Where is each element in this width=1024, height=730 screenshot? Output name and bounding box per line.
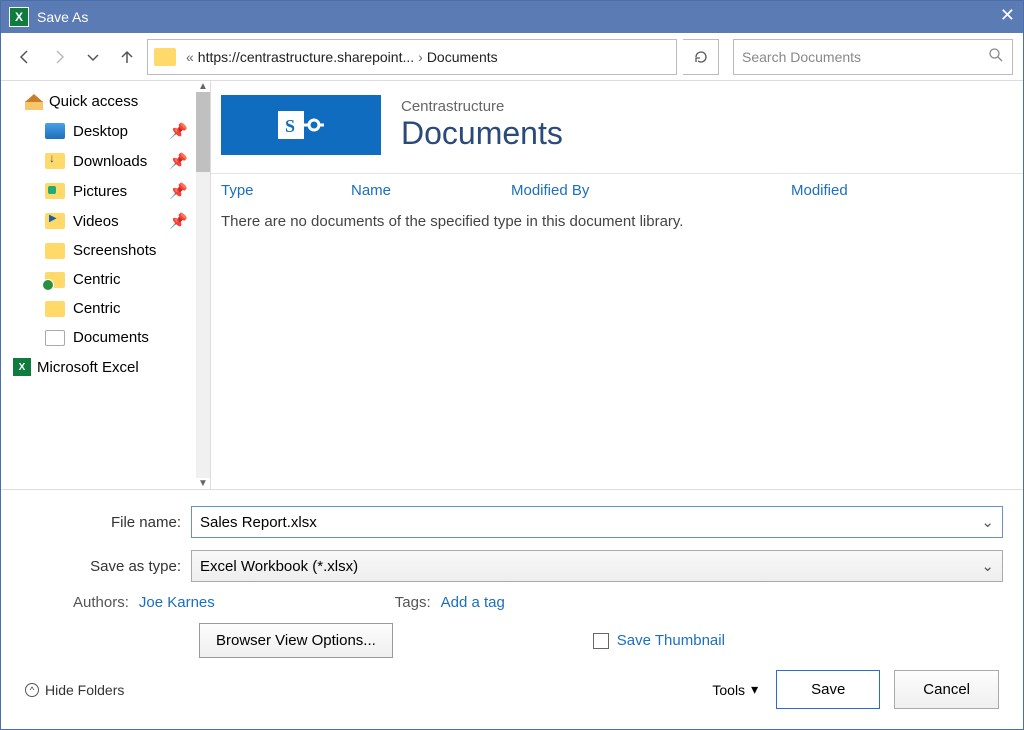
caret-down-icon: ▾ (751, 681, 758, 698)
excel-app-icon: X (9, 7, 29, 27)
search-placeholder: Search Documents (742, 49, 861, 65)
column-header-modified[interactable]: Modified (791, 182, 1013, 199)
column-headers: Type Name Modified By Modified (211, 174, 1023, 207)
svg-text:S: S (285, 116, 295, 136)
document-icon (45, 330, 65, 346)
hide-folders-label: Hide Folders (45, 682, 124, 698)
search-icon (988, 47, 1004, 66)
sharepoint-header: S Centrastructure Documents (211, 81, 1023, 174)
pin-icon: 📌 (169, 152, 188, 170)
nav-toolbar: « https://centrastructure.sharepoint... … (1, 33, 1023, 81)
pictures-icon (45, 183, 65, 199)
window-title: Save As (37, 9, 88, 25)
title-bar: X Save As ✕ (1, 1, 1023, 33)
pin-icon: 📌 (169, 212, 188, 230)
column-header-modified-by[interactable]: Modified By (511, 182, 791, 199)
sidebar-label: Quick access (49, 93, 138, 110)
folder-icon (45, 301, 65, 317)
cancel-button[interactable]: Cancel (894, 670, 999, 709)
checkbox-icon (593, 633, 609, 649)
sidebar-item-desktop[interactable]: Desktop📌 (1, 116, 210, 146)
sidebar-item-screenshots[interactable]: Screenshots (1, 236, 210, 265)
address-bar[interactable]: « https://centrastructure.sharepoint... … (147, 39, 677, 75)
chevron-down-icon[interactable]: ⌄ (981, 513, 994, 531)
savetype-label: Save as type: (21, 558, 181, 575)
sidebar-item-centric-sync[interactable]: Centric (1, 265, 210, 294)
desktop-icon (45, 123, 65, 139)
column-header-name[interactable]: Name (351, 182, 511, 199)
authors-value[interactable]: Joe Karnes (139, 594, 215, 611)
up-button[interactable] (113, 43, 141, 71)
breadcrumb-item[interactable]: https://centrastructure.sharepoint... (198, 49, 414, 65)
sidebar-item-centric[interactable]: Centric (1, 294, 210, 323)
breadcrumb-prefix: « (186, 49, 194, 65)
sidebar-item-documents[interactable]: Documents (1, 323, 210, 352)
forward-button[interactable] (45, 43, 73, 71)
home-icon (25, 94, 43, 110)
breadcrumb-item[interactable]: Documents (427, 49, 498, 65)
site-name: Centrastructure (401, 98, 563, 115)
sidebar-group-quick-access[interactable]: Quick access (1, 87, 210, 116)
filename-value: Sales Report.xlsx (200, 514, 317, 531)
back-button[interactable] (11, 43, 39, 71)
close-icon[interactable]: ✕ (1000, 5, 1015, 26)
content-pane: S Centrastructure Documents Type Name Mo… (211, 81, 1023, 489)
scroll-down-icon[interactable]: ▼ (198, 478, 208, 489)
empty-library-message: There are no documents of the specified … (211, 207, 1023, 236)
refresh-button[interactable] (683, 39, 719, 75)
navigation-pane: Quick access Desktop📌 Downloads📌 Picture… (1, 81, 211, 489)
recent-dropdown-icon[interactable] (79, 43, 107, 71)
sidebar-item-excel[interactable]: X Microsoft Excel (1, 352, 210, 382)
chevron-right-icon: › (418, 49, 423, 65)
save-thumbnail-checkbox[interactable]: Save Thumbnail (593, 632, 725, 649)
scrollbar-thumb[interactable] (196, 92, 210, 172)
tags-value[interactable]: Add a tag (441, 594, 505, 611)
videos-icon (45, 213, 65, 229)
folder-icon (45, 243, 65, 259)
column-header-type[interactable]: Type (221, 182, 351, 199)
pin-icon: 📌 (169, 122, 188, 140)
tags-label: Tags: (395, 594, 431, 611)
sidebar-scrollbar[interactable]: ▲ ▼ (196, 81, 210, 489)
savetype-dropdown[interactable]: Excel Workbook (*.xlsx) ⌄ (191, 550, 1003, 582)
synced-folder-icon (45, 272, 65, 288)
library-title: Documents (401, 115, 563, 152)
save-form: File name: Sales Report.xlsx ⌄ Save as t… (1, 489, 1023, 729)
sharepoint-logo: S (221, 95, 381, 155)
downloads-icon (45, 153, 65, 169)
chevron-down-icon[interactable]: ⌄ (981, 557, 994, 575)
collapse-icon: ^ (25, 683, 39, 697)
sidebar-item-pictures[interactable]: Pictures📌 (1, 176, 210, 206)
pin-icon: 📌 (169, 182, 188, 200)
save-thumbnail-label: Save Thumbnail (617, 632, 725, 649)
hide-folders-toggle[interactable]: ^ Hide Folders (25, 682, 124, 698)
filename-input[interactable]: Sales Report.xlsx ⌄ (191, 506, 1003, 538)
search-input[interactable]: Search Documents (733, 39, 1013, 75)
savetype-value: Excel Workbook (*.xlsx) (200, 558, 358, 575)
tools-label: Tools (712, 682, 745, 698)
excel-icon: X (13, 358, 31, 376)
scroll-up-icon[interactable]: ▲ (198, 81, 208, 92)
folder-icon (154, 48, 176, 66)
browser-view-options-button[interactable]: Browser View Options... (199, 623, 393, 658)
sidebar-item-downloads[interactable]: Downloads📌 (1, 146, 210, 176)
sidebar-item-videos[interactable]: Videos📌 (1, 206, 210, 236)
authors-label: Authors: (73, 594, 129, 611)
filename-label: File name: (21, 514, 181, 531)
save-button[interactable]: Save (776, 670, 880, 709)
tools-dropdown[interactable]: Tools ▾ (712, 681, 758, 698)
save-as-dialog: X Save As ✕ « https://centrastructure.sh… (0, 0, 1024, 730)
